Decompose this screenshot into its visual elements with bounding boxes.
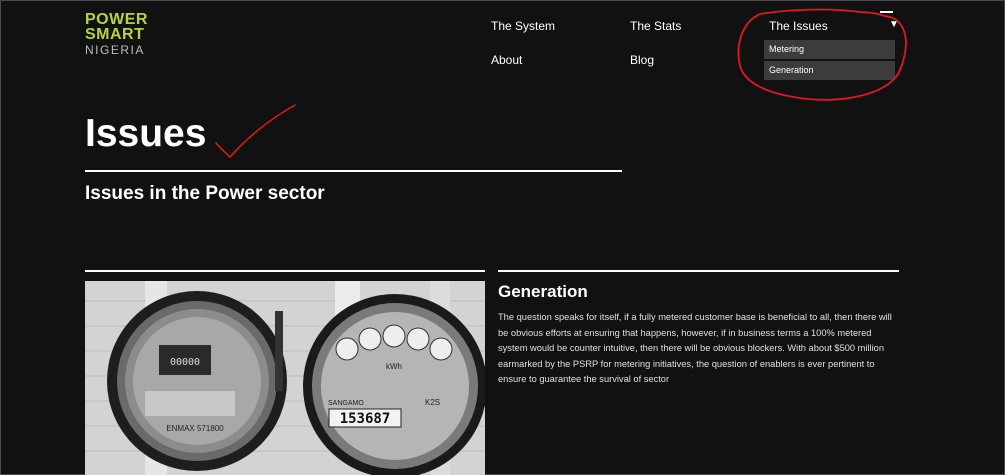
article-column-divider xyxy=(498,270,899,272)
left-meter-readout: 00000 xyxy=(170,357,200,368)
nav-blog[interactable]: Blog xyxy=(630,53,654,67)
page-subtitle: Issues in the Power sector xyxy=(85,183,325,204)
left-meter-brand: ENMAX 571800 xyxy=(166,424,224,433)
page-title: Issues xyxy=(85,112,207,155)
logo-line-nigeria: NIGERIA xyxy=(85,43,145,57)
nav-the-stats[interactable]: The Stats xyxy=(630,19,681,33)
caret-down-icon[interactable]: ▼ xyxy=(889,19,899,30)
annotation-checkmark xyxy=(215,104,296,159)
nav-the-system[interactable]: The System xyxy=(491,19,555,33)
issues-dropdown-menu: Metering Generation xyxy=(764,40,895,82)
dropdown-indicator-bar xyxy=(880,11,893,13)
site-logo[interactable]: POWER SMART NIGERIA xyxy=(85,11,148,57)
article-body: The question speaks for itself, if a ful… xyxy=(498,312,892,384)
image-column-divider xyxy=(85,270,485,272)
title-divider xyxy=(85,170,622,172)
right-meter-reading: 153687 xyxy=(340,411,391,427)
dropdown-item-metering[interactable]: Metering xyxy=(764,40,895,59)
right-meter-brand: SANGAMO xyxy=(328,400,364,407)
article-heading: Generation xyxy=(498,282,588,301)
electric-meters-photo: 00000 ENMAX 571800 kWh SANGAMO K2S 15368… xyxy=(85,281,485,475)
nav-the-issues[interactable]: The Issues xyxy=(769,19,828,33)
dropdown-item-generation[interactable]: Generation xyxy=(764,61,895,80)
svg-text:kWh: kWh xyxy=(386,362,402,371)
logo-line-power: POWER xyxy=(85,11,148,28)
logo-line-smart: SMART xyxy=(85,26,145,43)
nav-about[interactable]: About xyxy=(491,53,522,67)
right-meter-model: K2S xyxy=(425,398,440,407)
